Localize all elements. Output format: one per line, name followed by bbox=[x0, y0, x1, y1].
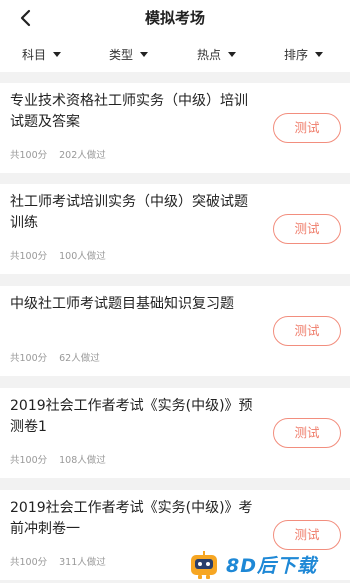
exam-takers: 108人做过 bbox=[59, 455, 106, 466]
exam-title: 中级社工师考试题目基础知识复习题 bbox=[10, 296, 234, 312]
exam-takers: 62人做过 bbox=[59, 353, 100, 364]
filter-label: 排序 bbox=[284, 48, 309, 62]
exam-meta: 共100分 108人做过 bbox=[10, 452, 106, 466]
filter-bar: 科目 类型 热点 排序 bbox=[0, 36, 350, 72]
exam-title: 2019社会工作者考试《实务(中级)》考前冲刺卷一 bbox=[10, 500, 253, 537]
exam-takers: 202人做过 bbox=[59, 150, 106, 161]
exam-takers: 311人做过 bbox=[59, 557, 106, 568]
exam-meta: 共100分 100人做过 bbox=[10, 248, 106, 262]
filter-label: 科目 bbox=[22, 48, 47, 62]
filter-label: 类型 bbox=[109, 48, 134, 62]
page-title: 模拟考场 bbox=[144, 9, 205, 27]
exam-card[interactable]: 2019社会工作者考试《实务(中级)》预测卷1 共100分 108人做过 测试 bbox=[0, 388, 350, 478]
exam-total-score: 共100分 bbox=[10, 557, 48, 568]
top-bar: 模拟考场 bbox=[0, 0, 350, 36]
filter-subject[interactable]: 科目 bbox=[22, 46, 62, 63]
watermark: 8D后下载 bbox=[188, 546, 350, 583]
exam-title: 社工师考试培训实务（中级）突破试题训练 bbox=[10, 194, 248, 231]
test-button[interactable]: 测试 bbox=[273, 113, 341, 143]
exam-total-score: 共100分 bbox=[10, 455, 48, 466]
caret-down-icon bbox=[140, 52, 149, 57]
caret-down-icon bbox=[315, 52, 324, 57]
exam-takers: 100人做过 bbox=[59, 251, 106, 262]
watermark-text: 8D后下载 bbox=[226, 555, 317, 577]
test-button[interactable]: 测试 bbox=[273, 316, 341, 346]
exam-total-score: 共100分 bbox=[10, 251, 48, 262]
exam-total-score: 共100分 bbox=[10, 150, 48, 161]
test-button[interactable]: 测试 bbox=[273, 418, 341, 448]
exam-title: 专业技术资格社工师实务（中级）培训试题及答案 bbox=[10, 93, 248, 130]
exam-card[interactable]: 专业技术资格社工师实务（中级）培训试题及答案 共100分 202人做过 测试 bbox=[0, 83, 350, 173]
exam-total-score: 共100分 bbox=[10, 353, 48, 364]
filter-hotspot[interactable]: 热点 bbox=[197, 46, 237, 63]
caret-down-icon bbox=[228, 52, 237, 57]
exam-meta: 共100分 202人做过 bbox=[10, 147, 106, 161]
robot-logo-icon bbox=[188, 550, 220, 580]
caret-down-icon bbox=[53, 52, 62, 57]
exam-card[interactable]: 社工师考试培训实务（中级）突破试题训练 共100分 100人做过 测试 bbox=[0, 184, 350, 274]
filter-type[interactable]: 类型 bbox=[109, 46, 149, 63]
exam-card[interactable]: 中级社工师考试题目基础知识复习题 共100分 62人做过 测试 bbox=[0, 286, 350, 376]
exam-title: 2019社会工作者考试《实务(中级)》预测卷1 bbox=[10, 398, 253, 435]
exam-meta: 共100分 62人做过 bbox=[10, 350, 100, 364]
exam-meta: 共100分 311人做过 bbox=[10, 554, 106, 568]
filter-sort[interactable]: 排序 bbox=[284, 46, 324, 63]
test-button[interactable]: 测试 bbox=[273, 214, 341, 244]
filter-label: 热点 bbox=[197, 48, 222, 62]
